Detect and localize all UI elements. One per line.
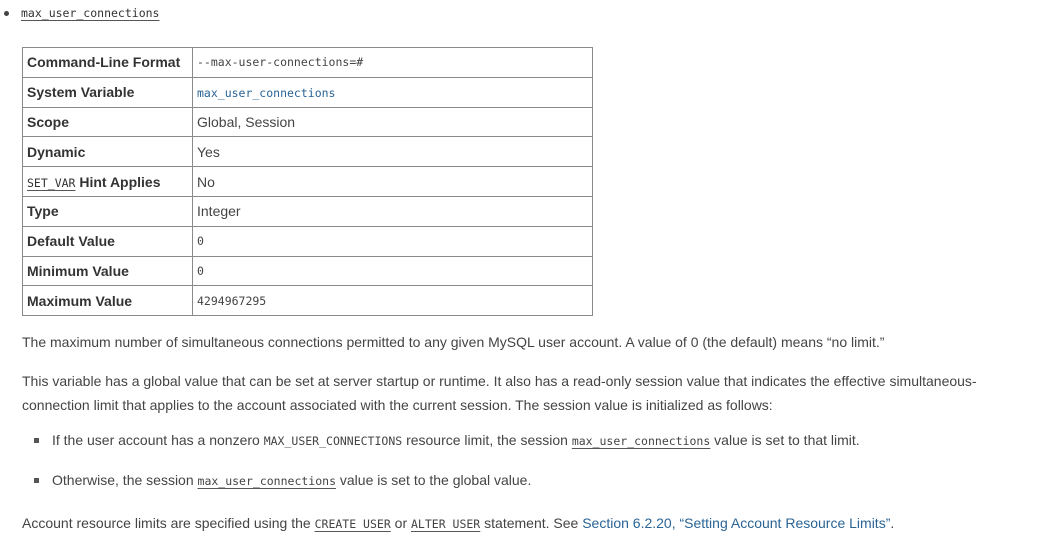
paragraph-text: or <box>390 515 411 531</box>
property-key: Command-Line Format <box>22 47 193 78</box>
table-row: Type Integer <box>22 195 593 227</box>
property-value: 0 <box>192 225 593 257</box>
create-user-link[interactable]: CREATE USER <box>315 517 391 531</box>
property-value: Global, Session <box>192 106 593 138</box>
property-value: 4294967295 <box>192 285 593 317</box>
list-item: If the user account has a nonzero MAX_US… <box>34 432 860 448</box>
list-item: Otherwise, the session max_user_connecti… <box>34 472 531 488</box>
system-variable-link[interactable]: max_user_connections <box>197 86 335 100</box>
section-link[interactable]: Section 6.2.20, “Setting Account Resourc… <box>582 515 890 531</box>
property-key: System Variable <box>22 76 193 108</box>
table-row: Dynamic Yes <box>22 136 593 168</box>
table-row: Minimum Value 0 <box>22 255 593 287</box>
table-row: Command-Line Format --max-user-connectio… <box>22 47 593 78</box>
alter-user-link[interactable]: ALTER USER <box>411 517 480 531</box>
description-paragraph: The maximum number of simultaneous conne… <box>22 334 885 350</box>
variable-link[interactable]: max_user_connections <box>198 474 336 488</box>
list-text: value is set to the global value. <box>336 472 532 488</box>
account-limits-paragraph: Account resource limits are specified us… <box>22 511 1042 536</box>
variable-list-item: max_user_connections <box>4 6 159 20</box>
property-key: Maximum Value <box>22 285 193 317</box>
property-key: Scope <box>22 106 193 138</box>
paragraph-text: statement. See <box>480 515 583 531</box>
property-value: Integer <box>192 195 593 227</box>
property-value: 0 <box>192 255 593 287</box>
variable-properties-table: Command-Line Format --max-user-connectio… <box>22 47 593 317</box>
variable-heading[interactable]: max_user_connections <box>21 6 159 20</box>
property-key: Dynamic <box>22 136 193 168</box>
square-bullet-icon <box>34 477 39 483</box>
table-row: Default Value 0 <box>22 225 593 257</box>
bullet-icon <box>4 11 9 16</box>
session-value-paragraph: This variable has a global value that ca… <box>22 373 977 413</box>
paragraph-text: Account resource limits are specified us… <box>22 515 315 531</box>
property-key: Minimum Value <box>22 255 193 287</box>
table-row: Maximum Value 4294967295 <box>22 285 593 317</box>
paragraph-text: . <box>890 515 895 531</box>
list-text: resource limit, the session <box>402 432 572 448</box>
list-text: Otherwise, the session <box>52 472 198 488</box>
table-row: System Variable max_user_connections <box>22 76 593 108</box>
table-row: Scope Global, Session <box>22 106 593 138</box>
set-var-code[interactable]: SET_VAR <box>27 176 75 190</box>
square-bullet-icon <box>34 437 39 443</box>
property-key: Type <box>22 195 193 227</box>
property-value: Yes <box>192 136 593 168</box>
property-key: SET_VAR Hint Applies <box>22 166 193 197</box>
property-value: --max-user-connections=# <box>192 47 593 78</box>
list-text: If the user account has a nonzero <box>52 432 264 448</box>
hint-applies-label: Hint Applies <box>75 173 161 190</box>
property-value: No <box>192 166 593 197</box>
table-row: SET_VAR Hint Applies No <box>22 166 593 197</box>
list-text: value is set to that limit. <box>710 432 860 448</box>
variable-link[interactable]: max_user_connections <box>572 434 710 448</box>
property-key: Default Value <box>22 225 193 257</box>
resource-limit-code: MAX_USER_CONNECTIONS <box>263 434 403 448</box>
